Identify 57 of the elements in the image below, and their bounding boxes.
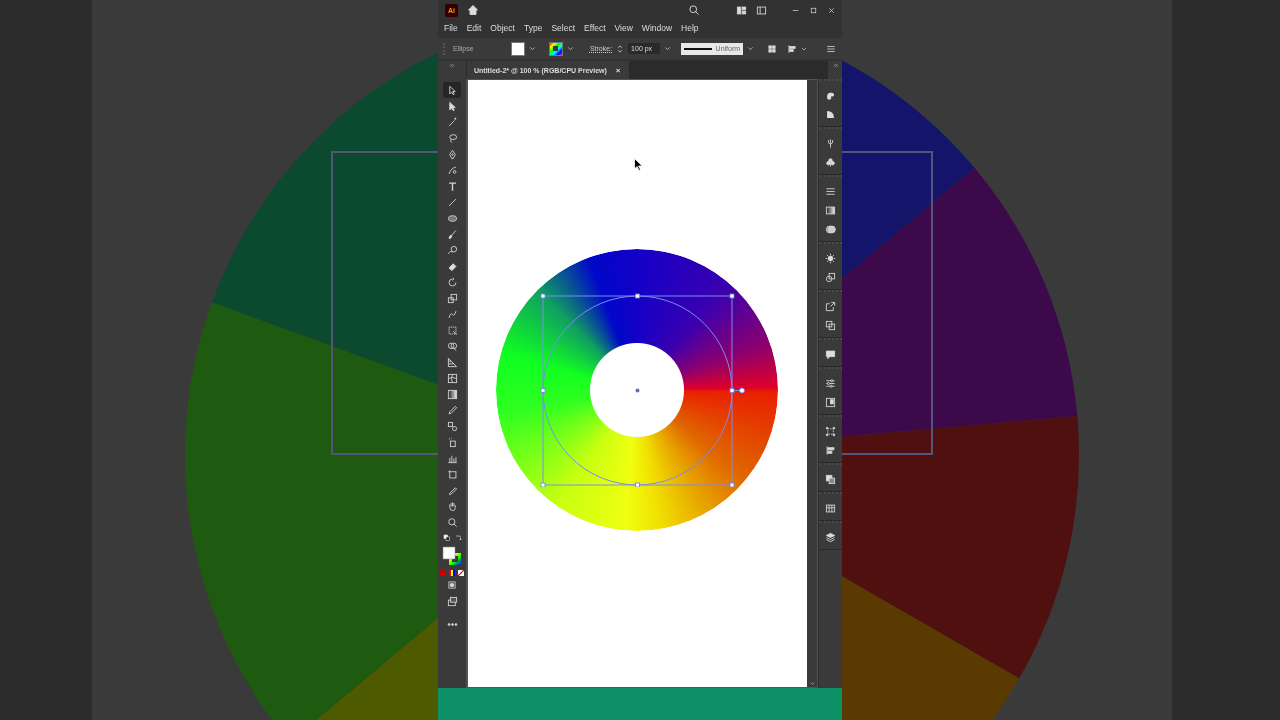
- menu-item[interactable]: Object: [490, 23, 515, 33]
- screen-mode-icon[interactable]: [446, 596, 458, 607]
- close-icon[interactable]: [827, 5, 836, 15]
- comment-icon[interactable]: [825, 349, 836, 360]
- none-mode-icon[interactable]: [458, 570, 464, 576]
- fill-stroke-swatch[interactable]: [442, 546, 462, 566]
- search-icon[interactable]: [688, 4, 700, 16]
- asset-grid-icon[interactable]: [825, 503, 836, 514]
- menu-item[interactable]: Help: [681, 23, 699, 33]
- panel-layout-icon[interactable]: [756, 4, 767, 16]
- draw-mode-icon[interactable]: [447, 580, 457, 590]
- palette-icon[interactable]: [825, 90, 836, 101]
- menu-item[interactable]: File: [444, 23, 458, 33]
- layers-icon[interactable]: [825, 532, 836, 543]
- overlapping-circles-icon[interactable]: [825, 224, 836, 235]
- align-icon[interactable]: [787, 43, 797, 54]
- fill-swatch[interactable]: [510, 41, 525, 56]
- brushes-icon[interactable]: [825, 138, 836, 149]
- menu-item[interactable]: Edit: [466, 23, 482, 33]
- grid-icon[interactable]: [767, 43, 777, 54]
- stroke-swatch[interactable]: [548, 41, 563, 56]
- menu-item[interactable]: Effect: [584, 23, 606, 33]
- collapse-icon[interactable]: [831, 62, 839, 69]
- tab-close-button[interactable]: ×: [615, 65, 621, 75]
- selection-bounding-box[interactable]: [540, 293, 746, 487]
- gradient-mode-icon[interactable]: [449, 570, 455, 576]
- stroke-lines-icon[interactable]: [825, 186, 836, 197]
- graphic-styles-icon[interactable]: [825, 272, 836, 283]
- menu-item[interactable]: View: [614, 23, 633, 33]
- menu-item[interactable]: Window: [641, 23, 673, 33]
- caret-icon[interactable]: [565, 44, 575, 53]
- align-icon[interactable]: [825, 445, 836, 456]
- workspace-icon[interactable]: [736, 4, 747, 16]
- menu-item[interactable]: Select: [551, 23, 575, 33]
- home-icon[interactable]: [467, 4, 479, 16]
- mouse-cursor-icon: [634, 158, 643, 171]
- libraries-icon[interactable]: [825, 397, 836, 408]
- maximize-icon[interactable]: [809, 5, 818, 15]
- color-guide-icon[interactable]: [825, 109, 836, 120]
- transform-icon[interactable]: [825, 426, 836, 437]
- pathfinder-icon[interactable]: [825, 474, 836, 485]
- default-colors-icon[interactable]: [442, 534, 451, 542]
- sliders-icon[interactable]: [825, 378, 836, 389]
- scroll-down-icon[interactable]: [808, 680, 816, 687]
- swap-colors-icon[interactable]: [453, 534, 462, 542]
- caret-icon[interactable]: [527, 44, 537, 53]
- export-icon[interactable]: [825, 301, 836, 312]
- color-mode-icon[interactable]: [440, 570, 446, 576]
- gradient-panel-icon[interactable]: [825, 205, 836, 216]
- caret-icon[interactable]: [663, 44, 673, 53]
- menu-icon[interactable]: [826, 43, 836, 54]
- artboards-icon[interactable]: [825, 320, 836, 331]
- caret-icon[interactable]: [746, 44, 756, 53]
- collapse-icon[interactable]: [448, 62, 456, 69]
- club-icon[interactable]: [825, 157, 836, 168]
- menu-item[interactable]: Type: [523, 23, 543, 33]
- sun-icon[interactable]: [825, 253, 836, 264]
